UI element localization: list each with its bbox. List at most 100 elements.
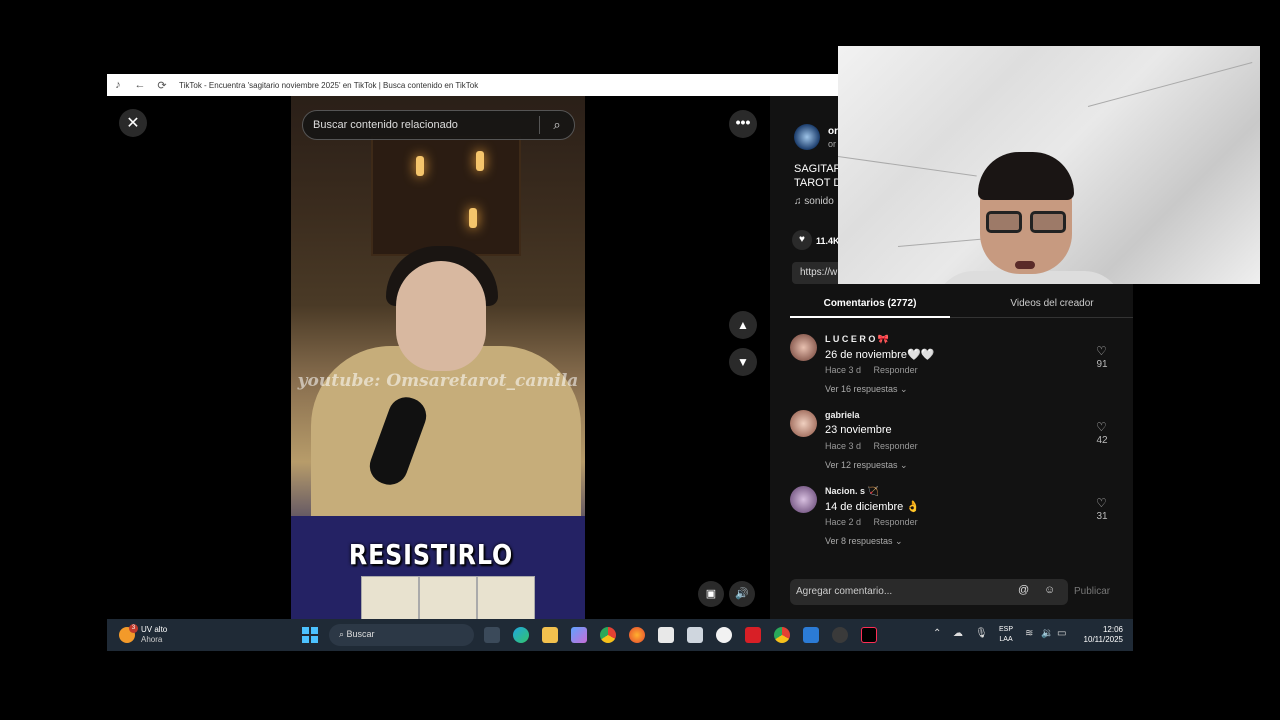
webcam-person-mouth xyxy=(1015,261,1035,269)
author-avatar[interactable] xyxy=(794,124,820,150)
heart-icon[interactable]: ♡ xyxy=(1096,344,1107,358)
view-replies-button[interactable]: Ver 8 respuestas ⌄ xyxy=(825,536,903,547)
taskbar: 3 UV alto Ahora ⌕ Buscar ⌃ ☁ 🎙 ESP LAA ≋… xyxy=(107,619,1133,651)
background-shelf xyxy=(371,136,521,256)
chevron-up-icon: ▲ xyxy=(737,318,749,332)
comment-meta: Hace 3 d Responder xyxy=(825,441,928,451)
copilot-icon[interactable] xyxy=(571,627,587,643)
start-button[interactable] xyxy=(302,627,318,643)
search-input[interactable]: Buscar contenido relacionado xyxy=(303,119,539,131)
microphone-icon[interactable]: 🎙 xyxy=(975,628,988,639)
volume-button[interactable]: 🔊 xyxy=(729,581,755,607)
comment-item: gabriela 23 noviembre Hace 3 d Responder… xyxy=(790,410,1120,482)
next-video-button[interactable]: ▼ xyxy=(729,348,757,376)
language-code: ESP xyxy=(999,626,1014,633)
chatgpt-icon[interactable] xyxy=(832,627,848,643)
comment-meta: Hace 3 d Responder xyxy=(825,365,928,375)
weather-title: UV alto xyxy=(141,625,168,634)
comment-time: Hace 2 d xyxy=(825,517,862,527)
chrome-icon[interactable] xyxy=(600,627,616,643)
search-icon[interactable]: ⌕ xyxy=(540,117,574,133)
publish-button[interactable]: Publicar xyxy=(1074,586,1110,597)
presenter-head xyxy=(396,261,486,371)
more-options-button[interactable]: ••• xyxy=(729,110,757,138)
view-replies-button[interactable]: Ver 12 respuestas ⌄ xyxy=(825,460,908,471)
comment-input[interactable]: Agregar comentario... @ ☺ xyxy=(790,579,1068,605)
chevron-up-icon[interactable]: ⌃ xyxy=(933,628,941,639)
page-title: TikTok - Encuentra 'sagitario noviembre … xyxy=(179,80,479,90)
sound-label: sonido xyxy=(804,196,834,207)
weather-subtitle: Ahora xyxy=(141,635,163,644)
picture-in-picture-button[interactable]: ▣ xyxy=(698,581,724,607)
reply-button[interactable]: Responder xyxy=(874,517,918,527)
heart-icon[interactable]: ♡ xyxy=(1096,420,1107,434)
keyboard-layout: LAA xyxy=(999,636,1013,643)
comment-text: 14 de diciembre 👌 xyxy=(825,501,921,513)
sound-link[interactable]: ♫ sonido xyxy=(794,196,834,207)
back-icon[interactable]: ← xyxy=(129,79,151,91)
reply-button[interactable]: Responder xyxy=(874,365,918,375)
candle xyxy=(469,208,477,228)
speaker-icon: 🔊 xyxy=(735,588,749,600)
view-replies-button[interactable]: Ver 16 respuestas ⌄ xyxy=(825,384,908,395)
comment-username[interactable]: L U C E R O 🎀 xyxy=(825,334,889,345)
weather-widget[interactable]: 3 UV alto Ahora xyxy=(119,624,189,646)
cloud-icon[interactable]: ☁ xyxy=(953,628,963,639)
volume-icon[interactable]: 🔉 xyxy=(1041,628,1053,639)
tiktok-app-icon[interactable] xyxy=(861,627,877,643)
firefox-icon[interactable] xyxy=(629,627,645,643)
battery-icon[interactable]: ▭ xyxy=(1057,628,1066,639)
video-watermark: youtube: Omsaretarot_camila xyxy=(297,371,579,391)
notification-badge: 3 xyxy=(129,624,138,633)
floating-player-icon: ▣ xyxy=(705,588,717,600)
related-search-bar[interactable]: Buscar contenido relacionado ⌕ xyxy=(302,110,575,140)
mention-icon[interactable]: @ xyxy=(1018,584,1029,596)
video-caption: RESISTIRLO xyxy=(348,538,514,571)
video-viewer: youtube: Omsaretarot_camila RESISTIRLO ✕… xyxy=(107,96,770,619)
store-icon[interactable] xyxy=(658,627,674,643)
task-view-icon[interactable] xyxy=(484,627,500,643)
edge-icon[interactable] xyxy=(513,627,529,643)
reply-button[interactable]: Responder xyxy=(874,441,918,451)
comment-username[interactable]: gabriela xyxy=(825,410,860,420)
heart-icon[interactable]: ♡ xyxy=(1096,496,1107,510)
music-icon[interactable] xyxy=(716,627,732,643)
avatar[interactable] xyxy=(790,334,817,361)
tiktok-icon: ♪ xyxy=(115,79,121,91)
comment-item: Nacion. s 🏹 14 de diciembre 👌 Hace 2 d R… xyxy=(790,486,1120,558)
more-icon: ••• xyxy=(735,114,751,130)
language-indicator[interactable]: ESP LAA xyxy=(999,625,1013,645)
video-player[interactable]: youtube: Omsaretarot_camila RESISTIRLO xyxy=(291,96,585,619)
wifi-icon[interactable]: ≋ xyxy=(1025,628,1033,639)
file-explorer-icon[interactable] xyxy=(542,627,558,643)
chrome-profile-icon[interactable] xyxy=(774,627,790,643)
comment-username[interactable]: Nacion. s 🏹 xyxy=(825,486,879,497)
like-button[interactable]: ♥ xyxy=(792,230,812,250)
system-clock[interactable]: 12:06 10/11/2025 xyxy=(1075,625,1123,645)
close-icon: ✕ xyxy=(126,115,140,132)
tab-creator-videos[interactable]: Videos del creador xyxy=(972,298,1132,309)
comment-item: L U C E R O 🎀 26 de noviembre🤍🤍 Hace 3 d… xyxy=(790,334,1120,406)
tab-comments[interactable]: Comentarios (2772) xyxy=(790,298,950,318)
comment-like-count: 91 xyxy=(1096,359,1108,370)
tarot-card xyxy=(361,576,419,619)
app-icon[interactable] xyxy=(803,627,819,643)
netflix-icon[interactable] xyxy=(745,627,761,643)
taskbar-search[interactable]: ⌕ Buscar xyxy=(329,624,474,646)
reload-icon[interactable]: ⟳ xyxy=(151,79,173,92)
snipping-tool-icon[interactable] xyxy=(687,627,703,643)
clock-time: 12:06 xyxy=(1102,625,1123,634)
close-button[interactable]: ✕ xyxy=(119,109,147,137)
comment-meta: Hace 2 d Responder xyxy=(825,517,928,527)
comment-text: 23 noviembre xyxy=(825,424,892,436)
clock-date: 10/11/2025 xyxy=(1083,635,1123,644)
emoji-icon[interactable]: ☺ xyxy=(1044,584,1055,596)
comment-time: Hace 3 d xyxy=(825,365,862,375)
author-name[interactable]: or xyxy=(828,126,838,137)
avatar[interactable] xyxy=(790,486,817,513)
previous-video-button[interactable]: ▲ xyxy=(729,311,757,339)
search-icon: ⌕ xyxy=(339,629,347,639)
author-handle: or xyxy=(828,139,837,149)
glasses xyxy=(986,211,1068,233)
avatar[interactable] xyxy=(790,410,817,437)
